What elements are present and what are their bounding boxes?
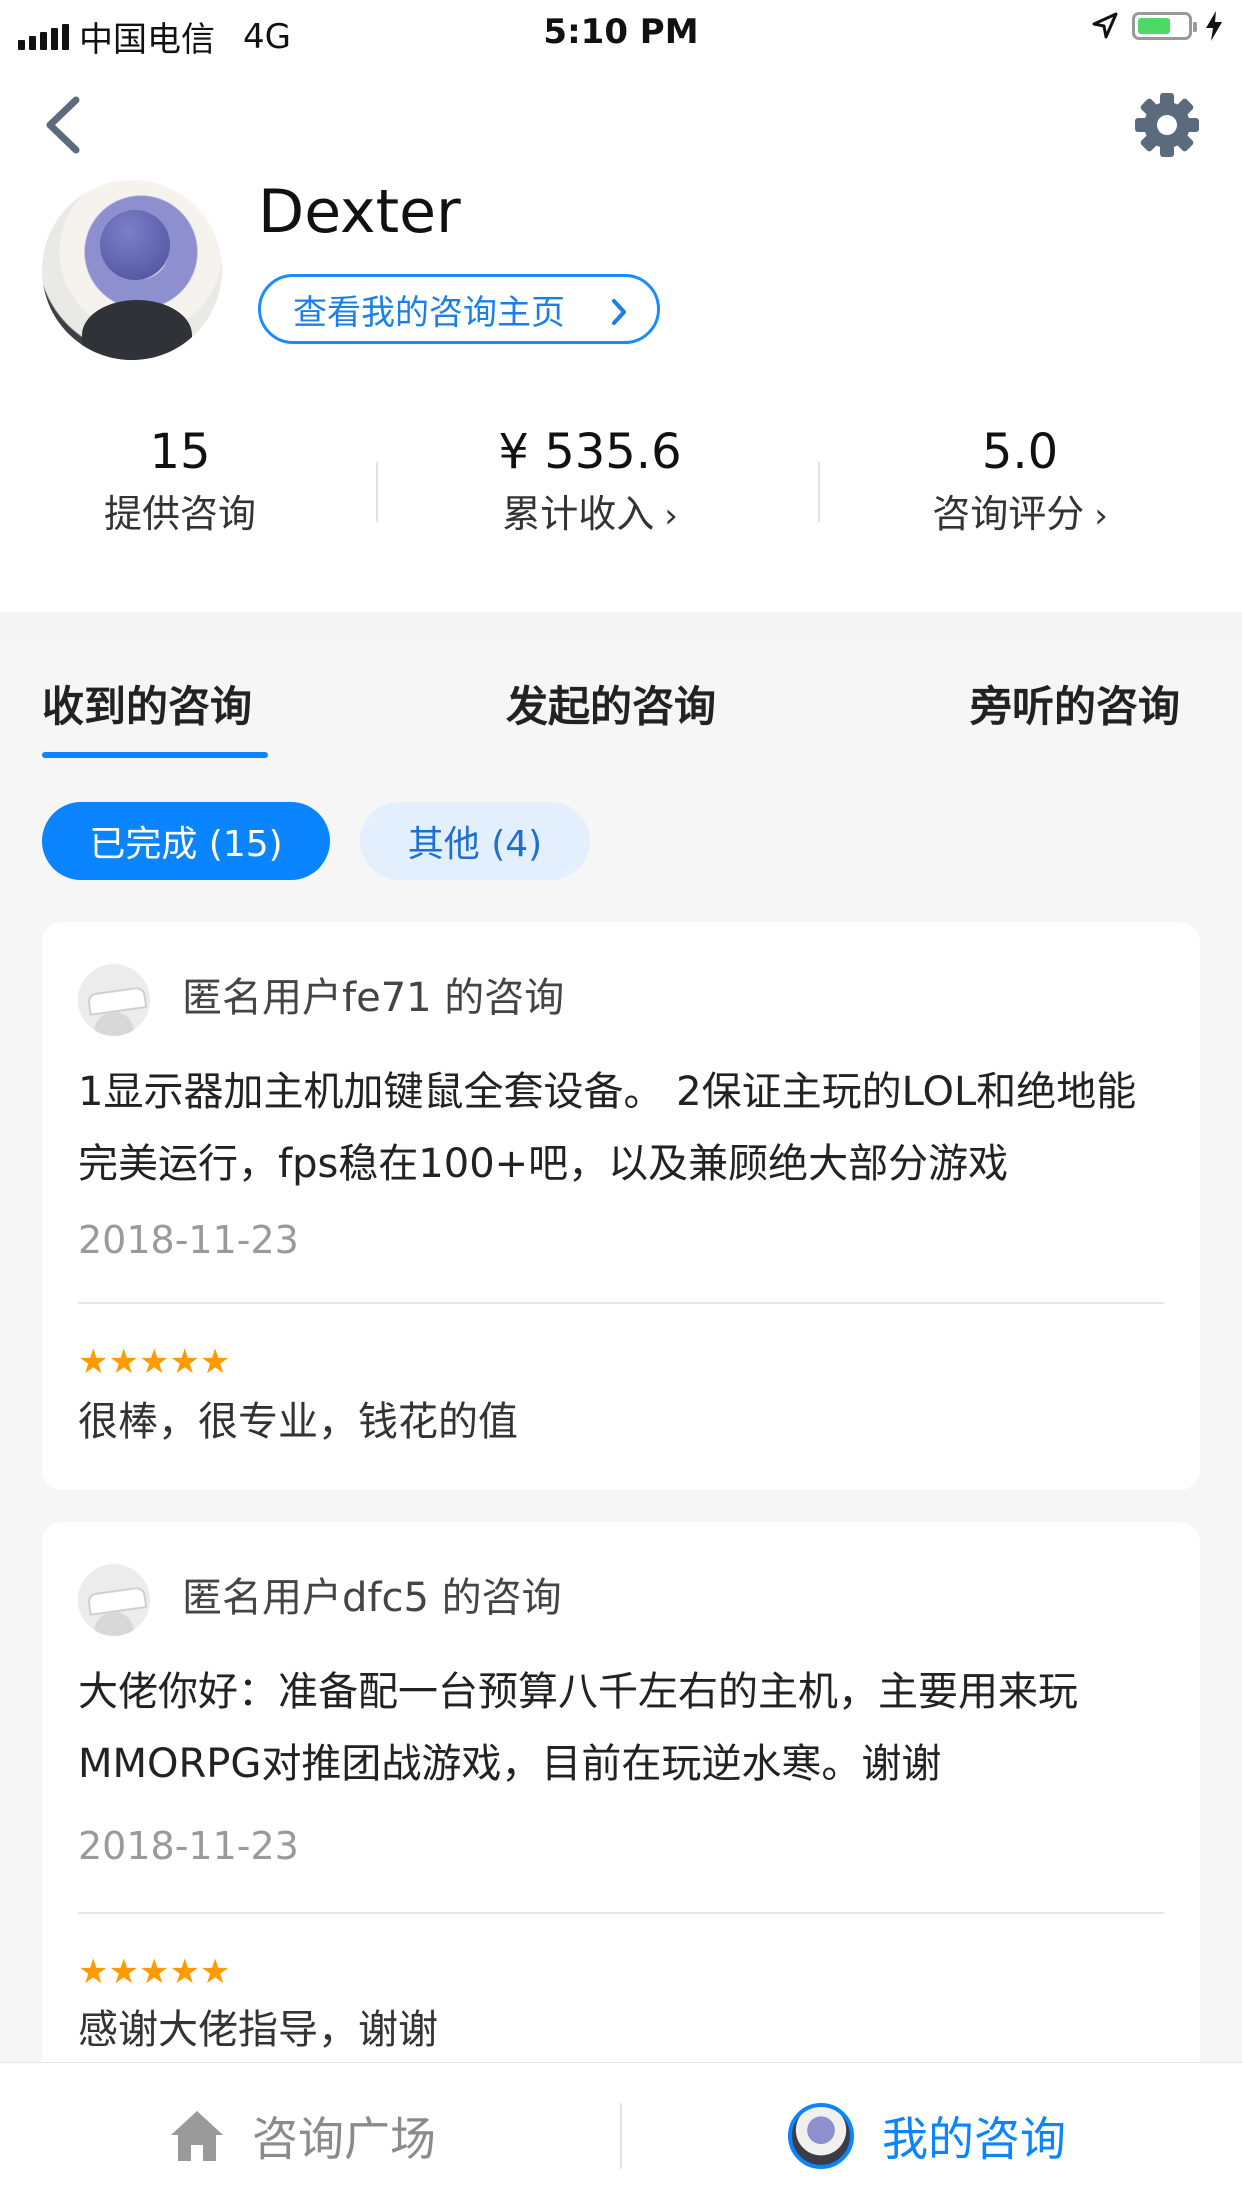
consultation-title: 匿名用户fe71 的咨询 (182, 975, 565, 1021)
stat-rating[interactable]: 5.0 咨询评分 › (900, 420, 1140, 544)
tab-listened[interactable]: 旁听的咨询 (970, 672, 1180, 742)
consultation-title: 匿名用户dfc5 的咨询 (182, 1575, 562, 1621)
chevron-right-icon: › (664, 496, 678, 536)
chevron-right-icon (612, 299, 626, 325)
anonymous-avatar (78, 964, 150, 1036)
status-time: 5:10 PM (543, 12, 699, 52)
consultation-content: 大佬你好：准备配一台预算八千左右的主机，主要用来玩MMORPG对推团战游戏，目前… (78, 1669, 1078, 1787)
filter-other[interactable]: 其他 (4) (360, 802, 590, 880)
stat-label: 咨询评分 (932, 492, 1085, 536)
bottom-nav: 咨询广场 我的咨询 (0, 2062, 1242, 2209)
stat-label: 累计收入 (502, 492, 655, 536)
consultation-card[interactable]: 匿名用户fe71 的咨询 1显示器加主机加键鼠全套设备。 2保证主玩的LOL和绝… (42, 922, 1200, 1490)
chevron-left-icon (46, 96, 80, 154)
stat-consultations: 15 提供咨询 (60, 420, 300, 542)
rating-stars: ★★★★★ (78, 1342, 231, 1382)
view-homepage-button[interactable]: 查看我的咨询主页 (258, 274, 660, 344)
nav-my-consultations[interactable]: 我的咨询 (788, 2063, 1066, 2209)
settings-button[interactable] (1132, 90, 1202, 160)
tab-received[interactable]: 收到的咨询 (42, 672, 252, 742)
profile-header: 中国电信 4G 5:10 PM Dexter 查看我的咨询主页 15 提供咨询 … (0, 0, 1242, 612)
nav-consult-plaza[interactable]: 咨询广场 (168, 2063, 436, 2209)
chevron-right-icon: › (1094, 496, 1108, 536)
consultation-date: 2018-11-23 (78, 1218, 299, 1262)
back-button[interactable] (36, 90, 96, 160)
nav-divider (620, 2103, 622, 2169)
charging-icon (1206, 11, 1222, 41)
tab-initiated[interactable]: 发起的咨询 (506, 672, 716, 742)
active-tab-indicator (42, 752, 268, 758)
nav-label: 我的咨询 (882, 2112, 1066, 2166)
user-avatar-icon (788, 2103, 854, 2169)
anonymous-avatar (78, 1564, 150, 1636)
review-text: 很棒，很专业，钱花的值 (78, 1399, 518, 1445)
user-avatar[interactable] (42, 180, 222, 360)
consultation-card[interactable]: 匿名用户dfc5 的咨询 大佬你好：准备配一台预算八千左右的主机，主要用来玩MM… (42, 1522, 1200, 2122)
stat-label: 提供咨询 (103, 492, 256, 536)
stat-income[interactable]: ¥ 535.6 累计收入 › (460, 420, 720, 544)
battery-icon (1132, 12, 1197, 40)
divider (78, 1302, 1164, 1304)
divider (78, 1912, 1164, 1914)
username: Dexter (258, 177, 461, 247)
stat-divider (376, 462, 378, 522)
home-icon (168, 2108, 226, 2164)
location-icon (1092, 12, 1118, 39)
rating-stars: ★★★★★ (78, 1952, 231, 1992)
status-bar: 中国电信 4G 5:10 PM (0, 0, 1242, 62)
stat-value: 15 (149, 424, 211, 480)
filter-completed[interactable]: 已完成 (15) (42, 802, 330, 880)
review-text: 感谢大佬指导，谢谢 (78, 2007, 438, 2053)
view-homepage-label: 查看我的咨询主页 (293, 292, 565, 333)
stat-value: ¥ 535.6 (498, 424, 682, 480)
consultation-date: 2018-11-23 (78, 1824, 299, 1868)
gear-icon (1135, 93, 1199, 157)
stat-value: 5.0 (981, 424, 1059, 480)
stat-divider (818, 462, 820, 522)
consultation-content: 1显示器加主机加键鼠全套设备。 2保证主玩的LOL和绝地能完美运行，fps稳在1… (78, 1069, 1137, 1187)
nav-label: 咨询广场 (252, 2112, 436, 2166)
